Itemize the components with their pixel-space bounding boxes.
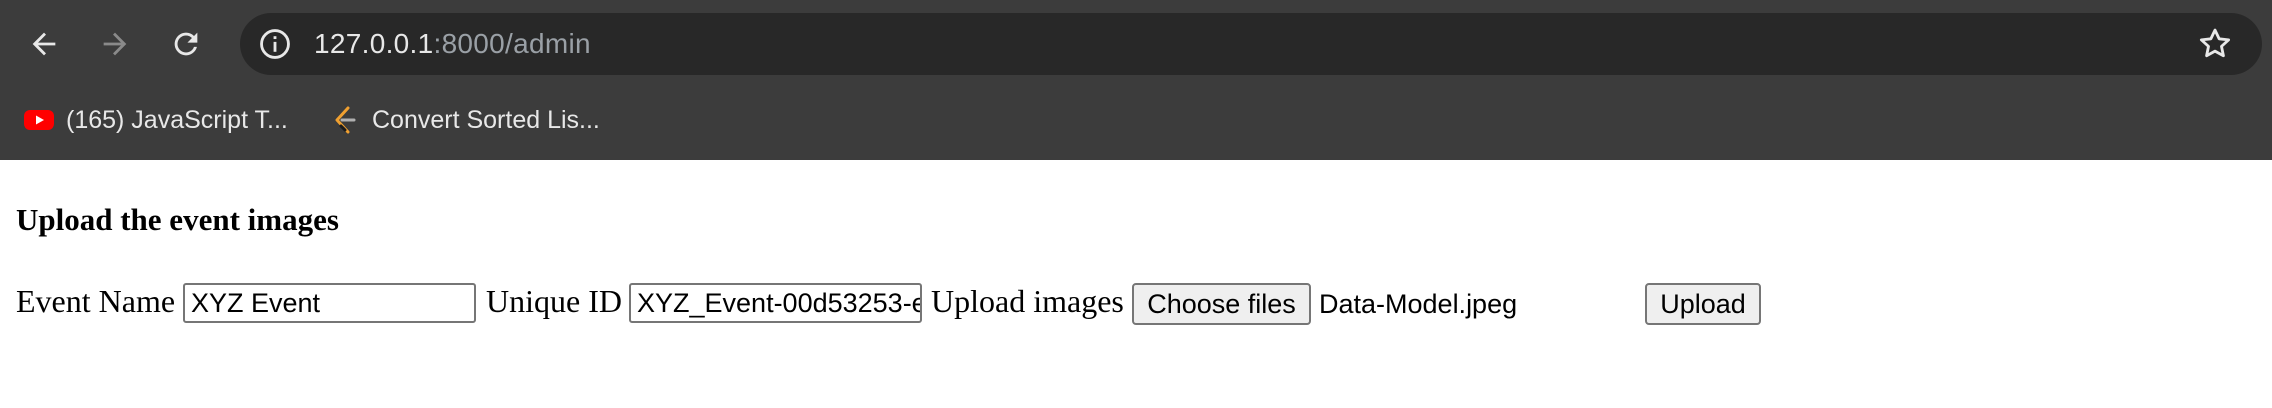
browser-chrome: 127.0.0.1:8000/admin (165) JavaScript T.… — [0, 0, 2272, 160]
forward-arrow-icon — [103, 32, 127, 56]
bookmark-leetcode[interactable]: Convert Sorted Lis... — [330, 98, 600, 142]
browser-toolbar: 127.0.0.1:8000/admin — [0, 0, 2272, 88]
leetcode-icon — [335, 106, 356, 134]
page-content: Upload the event images Event Name XYZ E… — [0, 160, 2272, 408]
upload-images-label: Upload images — [931, 283, 1124, 319]
back-button[interactable] — [16, 16, 72, 72]
info-icon[interactable] — [258, 27, 292, 61]
reload-icon — [174, 32, 198, 56]
unique-id-label: Unique ID — [486, 283, 622, 319]
bookmark-label: (165) JavaScript T... — [66, 105, 288, 134]
reload-button[interactable] — [158, 16, 214, 72]
event-name-input[interactable]: XYZ Event — [183, 283, 476, 323]
back-arrow-icon — [32, 32, 56, 56]
page-title: Upload the event images — [16, 202, 339, 237]
url-host: 127.0.0.1 — [314, 28, 434, 59]
unique-id-input[interactable]: XYZ_Event-00d53253-e — [629, 283, 922, 323]
event-name-label: Event Name — [16, 283, 176, 319]
forward-button[interactable] — [87, 16, 143, 72]
choose-files-button[interactable]: Choose files — [1132, 283, 1311, 325]
upload-button[interactable]: Upload — [1645, 283, 1761, 325]
youtube-icon — [24, 110, 54, 130]
bookmarks-bar: (165) JavaScript T... Convert Sorted Lis… — [0, 88, 2272, 160]
bookmark-youtube[interactable]: (165) JavaScript T... — [24, 98, 288, 142]
url-path: :8000/admin — [433, 28, 591, 59]
selected-file-name: Data-Model.jpeg — [1319, 289, 1518, 319]
url-text: 127.0.0.1:8000/admin — [314, 13, 591, 75]
address-bar[interactable]: 127.0.0.1:8000/admin — [240, 13, 2262, 75]
star-icon[interactable] — [2196, 25, 2234, 63]
bookmark-label: Convert Sorted Lis... — [372, 105, 600, 134]
